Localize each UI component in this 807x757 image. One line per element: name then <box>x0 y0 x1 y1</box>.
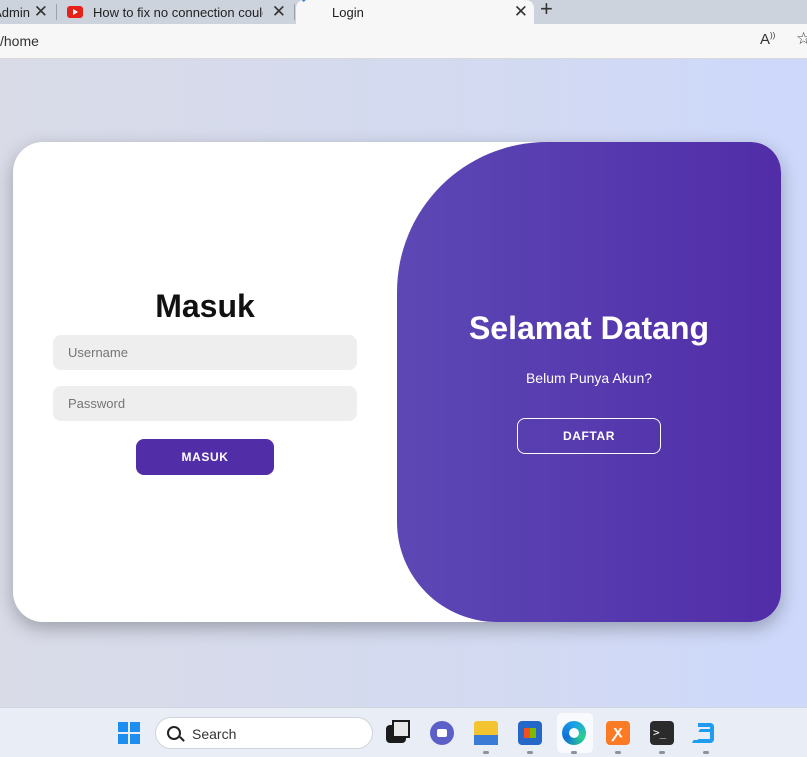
tab-youtube[interactable]: How to fix no connection could be ✕ <box>57 0 292 24</box>
welcome-title: Selamat Datang <box>468 310 710 346</box>
tab-label: How to fix no connection could be <box>93 4 263 20</box>
store-icon[interactable] <box>518 721 542 745</box>
tab-login-active[interactable]: Login ✕ <box>296 0 534 24</box>
search-label: Search <box>192 726 237 742</box>
tab-phpmyadmin[interactable]: yAdmin ✕ <box>0 0 54 24</box>
username-input[interactable] <box>53 335 357 370</box>
signin-form: Masuk MASUK <box>13 142 397 622</box>
read-aloud-icon[interactable]: A)) <box>760 31 775 48</box>
taskbar: Search ꭗ >_ <box>0 707 807 757</box>
running-indicator <box>615 751 621 754</box>
youtube-icon <box>67 6 83 18</box>
chat-icon[interactable] <box>430 721 454 745</box>
password-input[interactable] <box>53 386 357 421</box>
favorite-star-icon[interactable]: ☆ <box>796 29 807 49</box>
taskbar-search[interactable]: Search <box>155 717 373 749</box>
close-tab-icon[interactable]: ✕ <box>34 2 48 22</box>
search-icon <box>167 726 181 740</box>
close-tab-icon[interactable]: ✕ <box>514 2 528 22</box>
running-indicator <box>659 751 665 754</box>
file-explorer-icon[interactable] <box>474 721 498 745</box>
running-indicator <box>571 751 577 754</box>
tab-label: yAdmin <box>0 4 30 20</box>
browser-tab-bar: yAdmin ✕ How to fix no connection could … <box>0 0 807 24</box>
close-tab-icon[interactable]: ✕ <box>272 2 286 22</box>
url-field[interactable]: /home <box>0 33 39 49</box>
terminal-icon[interactable]: >_ <box>650 721 674 745</box>
welcome-panel: Selamat Datang Belum Punya Akun? DAFTAR <box>397 142 781 622</box>
edge-icon[interactable] <box>562 721 586 745</box>
login-favicon-icon <box>301 0 324 12</box>
tab-label: Login <box>332 4 364 20</box>
vscode-icon[interactable] <box>694 721 718 745</box>
new-tab-icon[interactable]: + <box>540 0 553 22</box>
page-viewport: Masuk MASUK Selamat Datang Belum Punya A… <box>0 59 807 707</box>
xampp-icon[interactable]: ꭗ <box>606 721 630 745</box>
signin-title: Masuk <box>155 288 255 324</box>
masuk-button[interactable]: MASUK <box>136 439 274 475</box>
tab-separator <box>294 4 295 20</box>
windows-start-icon[interactable] <box>118 722 140 744</box>
running-indicator <box>703 751 709 754</box>
address-bar: /home A)) ☆ <box>0 24 807 59</box>
daftar-button[interactable]: DAFTAR <box>517 418 661 454</box>
running-indicator <box>527 751 533 754</box>
running-indicator <box>483 751 489 754</box>
welcome-text: Belum Punya Akun? <box>525 370 653 386</box>
task-view-icon[interactable] <box>386 720 410 743</box>
auth-card: Masuk MASUK Selamat Datang Belum Punya A… <box>13 142 781 622</box>
